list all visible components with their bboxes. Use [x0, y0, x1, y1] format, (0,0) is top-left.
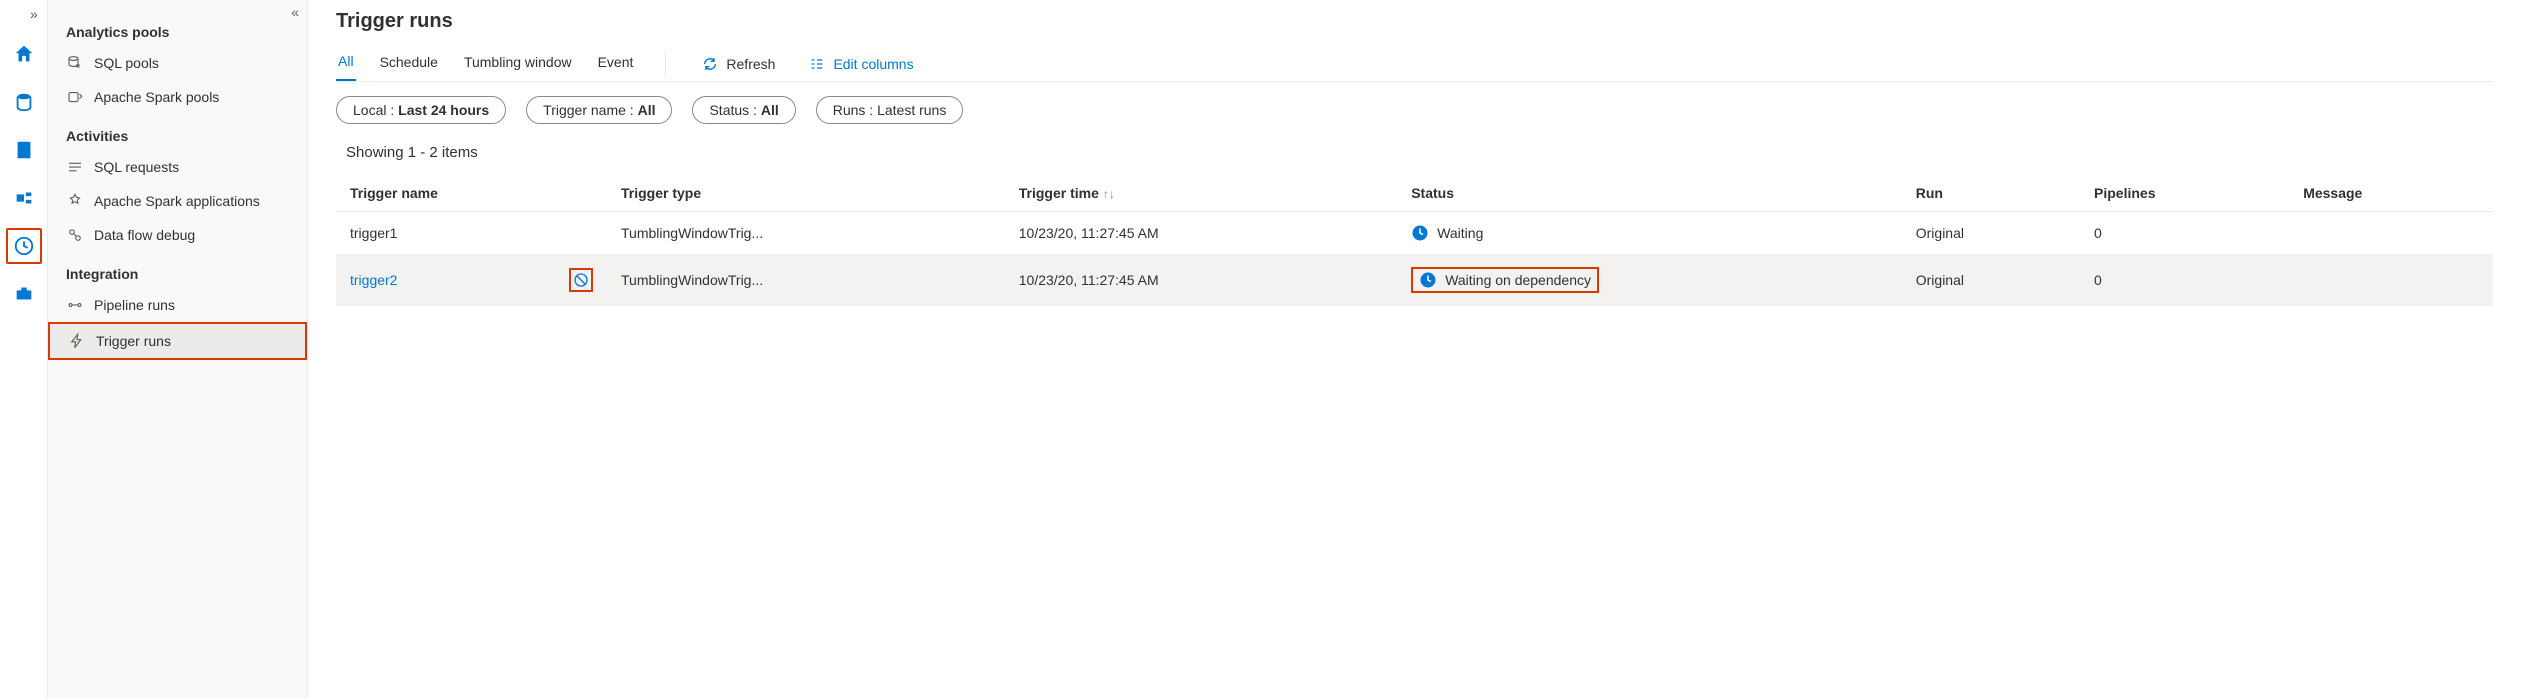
tab-schedule[interactable]: Schedule — [378, 48, 440, 80]
filter-local[interactable]: Local : Last 24 hours — [336, 96, 506, 124]
pipelines-cell: 0 — [2080, 212, 2289, 255]
nav-sql-requests[interactable]: SQL requests — [48, 150, 307, 184]
col-trigger-time[interactable]: Trigger time↑↓ — [1005, 175, 1397, 212]
table-row[interactable]: trigger1 TumblingWindowTrig... 10/23/20,… — [336, 212, 2493, 255]
col-trigger-name[interactable]: Trigger name — [336, 175, 607, 212]
collapse-panel-button[interactable]: « — [291, 4, 299, 20]
nav-pipeline-runs[interactable]: Pipeline runs — [48, 288, 307, 322]
section-analytics-pools: Analytics pools — [48, 10, 307, 46]
monitor-icon[interactable] — [6, 228, 42, 264]
section-integration: Integration — [48, 252, 307, 288]
develop-icon[interactable] — [6, 132, 42, 168]
separator — [665, 51, 666, 77]
page-title: Trigger runs — [336, 10, 2493, 33]
trigger-name-cell[interactable]: trigger2 — [350, 272, 397, 288]
nav-trigger-runs[interactable]: Trigger runs — [48, 322, 307, 360]
col-run[interactable]: Run — [1902, 175, 2080, 212]
refresh-button[interactable]: Refresh — [696, 52, 781, 76]
nav-trigger-runs-label: Trigger runs — [96, 333, 171, 349]
result-count: Showing 1 - 2 items — [336, 144, 2493, 161]
refresh-label: Refresh — [726, 56, 775, 72]
trigger-name-cell: trigger1 — [350, 225, 397, 241]
results-table: Trigger name Trigger type Trigger time↑↓… — [336, 175, 2493, 306]
sort-icon: ↑↓ — [1103, 187, 1115, 201]
tab-all[interactable]: All — [336, 47, 356, 81]
section-activities: Activities — [48, 114, 307, 150]
filter-row: Local : Last 24 hours Trigger name : All… — [336, 96, 2493, 124]
col-status[interactable]: Status — [1397, 175, 1902, 212]
filter-trigger-name[interactable]: Trigger name : All — [526, 96, 672, 124]
col-message[interactable]: Message — [2289, 175, 2493, 212]
edit-columns-label: Edit columns — [833, 56, 913, 72]
manage-icon[interactable] — [6, 276, 42, 312]
icon-rail: » — [0, 0, 48, 698]
trigger-type-cell: TumblingWindowTrig... — [607, 255, 1005, 306]
trigger-time-cell: 10/23/20, 11:27:45 AM — [1005, 212, 1397, 255]
expand-rail-button[interactable]: » — [30, 6, 38, 22]
nav-spark-apps[interactable]: Apache Spark applications — [48, 184, 307, 218]
tab-row: All Schedule Tumbling window Event Refre… — [336, 47, 2493, 82]
run-cell: Original — [1902, 255, 2080, 306]
cancel-icon[interactable] — [569, 268, 593, 292]
home-icon[interactable] — [6, 36, 42, 72]
nav-spark-apps-label: Apache Spark applications — [94, 193, 260, 209]
data-icon[interactable] — [6, 84, 42, 120]
tab-event[interactable]: Event — [596, 48, 636, 80]
message-cell — [2289, 212, 2493, 255]
table-row[interactable]: trigger2 TumblingWindowTrig... 10/23/20,… — [336, 255, 2493, 306]
col-pipelines[interactable]: Pipelines — [2080, 175, 2289, 212]
run-cell: Original — [1902, 212, 2080, 255]
tab-tumbling-window[interactable]: Tumbling window — [462, 48, 574, 80]
nav-pipeline-runs-label: Pipeline runs — [94, 297, 175, 313]
col-trigger-type[interactable]: Trigger type — [607, 175, 1005, 212]
nav-spark-pools[interactable]: Apache Spark pools — [48, 80, 307, 114]
filter-status[interactable]: Status : All — [692, 96, 795, 124]
nav-data-flow-debug[interactable]: Data flow debug — [48, 218, 307, 252]
clock-icon — [1411, 224, 1429, 242]
nav-data-flow-debug-label: Data flow debug — [94, 227, 195, 243]
main-content: Trigger runs All Schedule Tumbling windo… — [308, 0, 2521, 698]
status-cell: Waiting on dependency — [1411, 267, 1599, 293]
filter-runs[interactable]: Runs : Latest runs — [816, 96, 964, 124]
nav-sql-pools[interactable]: SQL pools — [48, 46, 307, 80]
trigger-time-cell: 10/23/20, 11:27:45 AM — [1005, 255, 1397, 306]
pipelines-cell: 0 — [2080, 255, 2289, 306]
edit-columns-button[interactable]: Edit columns — [803, 52, 919, 76]
nav-spark-pools-label: Apache Spark pools — [94, 89, 219, 105]
nav-sql-requests-label: SQL requests — [94, 159, 179, 175]
side-panel: « Analytics pools SQL pools Apache Spark… — [48, 0, 308, 698]
integrate-icon[interactable] — [6, 180, 42, 216]
status-cell: Waiting — [1411, 224, 1888, 242]
nav-sql-pools-label: SQL pools — [94, 55, 159, 71]
message-cell — [2289, 255, 2493, 306]
trigger-type-cell: TumblingWindowTrig... — [607, 212, 1005, 255]
clock-icon — [1419, 271, 1437, 289]
